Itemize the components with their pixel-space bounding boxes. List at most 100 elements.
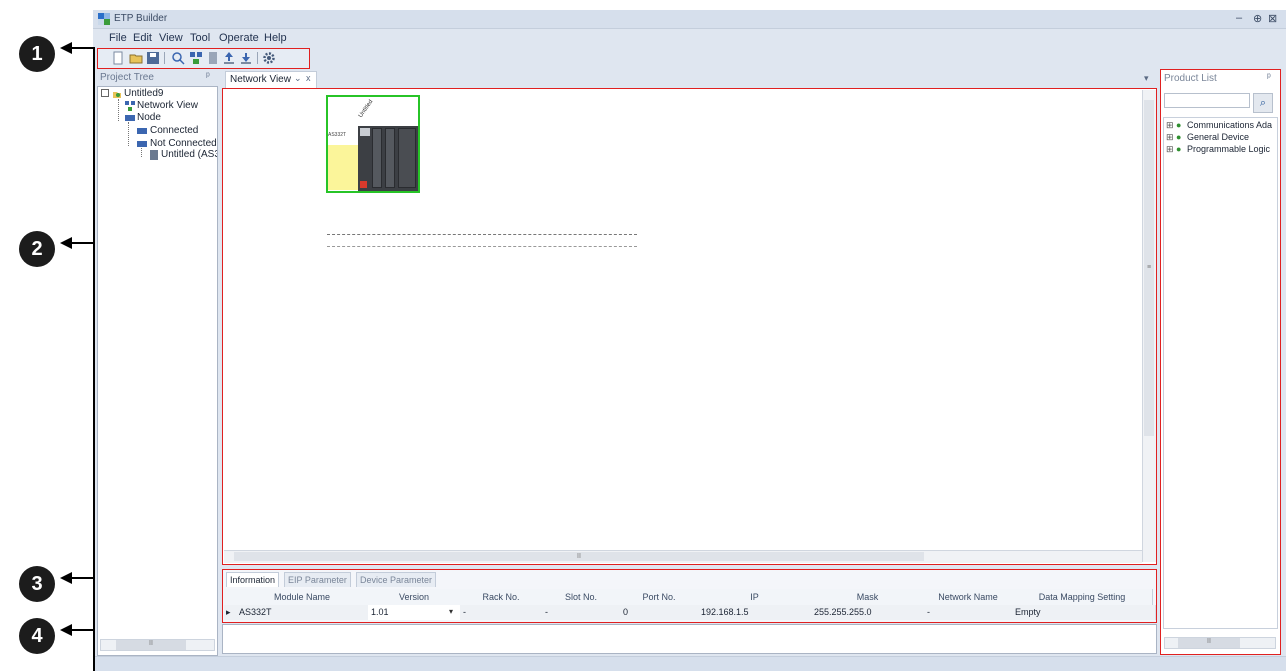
- menu-edit[interactable]: Edit: [133, 32, 152, 44]
- network-view-icon: [125, 101, 135, 111]
- product-category-icon: ●: [1176, 144, 1182, 154]
- title-bar: [93, 10, 1286, 29]
- product-item-communications[interactable]: Communications Ada: [1187, 120, 1278, 130]
- open-icon[interactable]: [129, 51, 143, 65]
- product-scroll-thumb[interactable]: II: [1178, 638, 1240, 648]
- pin-icon[interactable]: ᵖ: [206, 71, 210, 82]
- menu-help[interactable]: Help: [264, 32, 287, 44]
- col-network-name[interactable]: Network Name: [924, 589, 1013, 605]
- col-slot-no[interactable]: Slot No.: [542, 589, 621, 605]
- pin-button[interactable]: ⊕: [1253, 12, 1262, 25]
- cell-mask[interactable]: 255.255.255.0: [811, 605, 928, 620]
- product-category-icon: ●: [1176, 132, 1182, 142]
- product-item-programmable-logic[interactable]: Programmable Logic: [1187, 144, 1278, 154]
- device-model-label: AS332T: [328, 132, 347, 138]
- project-tree-title: Project Tree: [100, 72, 154, 83]
- menu-view[interactable]: View: [159, 32, 183, 44]
- tab-information[interactable]: Information: [226, 572, 280, 587]
- product-search-input[interactable]: [1164, 93, 1250, 108]
- upload-icon[interactable]: [222, 51, 236, 65]
- expand-icon[interactable]: ⊞: [1166, 144, 1174, 155]
- tree-item-network-view[interactable]: Network View: [137, 100, 198, 111]
- version-dropdown-icon[interactable]: ▾: [449, 607, 453, 616]
- callout-4: 4: [19, 618, 55, 654]
- cell-network-name[interactable]: -: [924, 605, 1016, 620]
- status-bar: [95, 656, 1286, 671]
- col-port-no[interactable]: Port No.: [620, 589, 699, 605]
- ethernet-line: [327, 234, 637, 235]
- tree-root-untitled9[interactable]: Untitled9: [124, 88, 163, 99]
- settings-icon[interactable]: [262, 51, 276, 65]
- callout-3: 3: [19, 566, 55, 602]
- device-status-led: [360, 181, 367, 188]
- col-ip[interactable]: IP: [698, 589, 812, 605]
- tree-item-not-connected[interactable]: Not Connected: [150, 138, 217, 149]
- device-header: [328, 97, 358, 132]
- cell-module-name[interactable]: AS332T: [236, 605, 372, 620]
- document-tab-strip: [222, 70, 1157, 88]
- product-item-general-device[interactable]: General Device: [1187, 132, 1249, 142]
- cell-ip[interactable]: 192.168.1.5: [698, 605, 815, 620]
- tree-item-untitled-as3[interactable]: Untitled (AS3: [161, 149, 217, 160]
- device-icon[interactable]: [206, 51, 220, 65]
- tab-close-icon[interactable]: x: [306, 73, 311, 83]
- col-rack-no[interactable]: Rack No.: [460, 589, 543, 605]
- col-data-mapping[interactable]: Data Mapping Setting: [1012, 589, 1153, 605]
- menu-tool[interactable]: Tool: [190, 32, 210, 44]
- product-category-icon: ●: [1176, 120, 1182, 130]
- device-module: [372, 128, 382, 188]
- tab-pin-icon[interactable]: ⌄: [294, 73, 302, 84]
- col-mask[interactable]: Mask: [811, 589, 925, 605]
- tree-connector: [128, 122, 129, 146]
- cell-slot-no[interactable]: -: [542, 605, 624, 620]
- window-left-edge: [93, 10, 95, 671]
- product-tree: [1163, 117, 1278, 629]
- tab-device-parameter[interactable]: Device Parameter: [356, 572, 437, 587]
- scan-icon[interactable]: [171, 51, 185, 65]
- pin-icon[interactable]: ᵖ: [1267, 72, 1271, 83]
- new-icon[interactable]: [111, 51, 125, 65]
- network-view-tab-label: Network View: [230, 74, 291, 85]
- tree-connector: [141, 148, 142, 157]
- minimize-button[interactable]: –: [1236, 12, 1242, 24]
- tree-scroll-thumb[interactable]: II: [116, 640, 186, 650]
- col-module-name[interactable]: Module Name: [236, 589, 369, 605]
- network-icon[interactable]: [189, 51, 203, 65]
- canvas-hscroll-thumb[interactable]: II: [234, 552, 924, 561]
- device-module: [360, 128, 370, 136]
- tree-item-node[interactable]: Node: [137, 112, 161, 123]
- toolbar-separator: [257, 52, 258, 64]
- tree-connector: [118, 99, 119, 121]
- menu-operate[interactable]: Operate: [219, 32, 259, 44]
- ethernet-line: [327, 246, 637, 247]
- project-icon: [113, 92, 121, 98]
- cell-port-no[interactable]: 0: [620, 605, 702, 620]
- menu-file[interactable]: File: [109, 32, 127, 44]
- output-area: [222, 624, 1157, 654]
- download-icon[interactable]: [239, 51, 253, 65]
- search-icon[interactable]: ⌕: [1253, 93, 1273, 113]
- collapse-icon[interactable]: [101, 89, 109, 97]
- tab-eip-parameter[interactable]: EIP Parameter: [284, 572, 351, 587]
- canvas-vscroll-thumb[interactable]: ≡: [1144, 100, 1154, 436]
- device-yellow-block: [328, 145, 358, 190]
- module-icon: [150, 150, 158, 160]
- toolbar-separator: [164, 52, 165, 64]
- expand-icon[interactable]: ⊞: [1166, 132, 1174, 143]
- not-connected-icon: [137, 141, 147, 147]
- col-version[interactable]: Version: [368, 589, 461, 605]
- node-icon: [125, 115, 135, 121]
- window-title: ETP Builder: [114, 13, 168, 24]
- expand-icon[interactable]: ⊞: [1166, 120, 1174, 131]
- tree-item-connected[interactable]: Connected: [150, 125, 198, 136]
- cell-data-mapping[interactable]: Empty: [1012, 605, 1156, 620]
- callout-1: 1: [19, 36, 55, 72]
- project-tree: [97, 86, 218, 656]
- device-module: [385, 128, 395, 188]
- close-button[interactable]: ⊠: [1268, 12, 1277, 25]
- product-list-title: Product List: [1164, 73, 1217, 84]
- app-logo-icon: [98, 13, 110, 25]
- cell-rack-no[interactable]: -: [460, 605, 546, 620]
- save-icon[interactable]: [146, 51, 160, 65]
- tab-dropdown-icon[interactable]: ▾: [1144, 73, 1149, 84]
